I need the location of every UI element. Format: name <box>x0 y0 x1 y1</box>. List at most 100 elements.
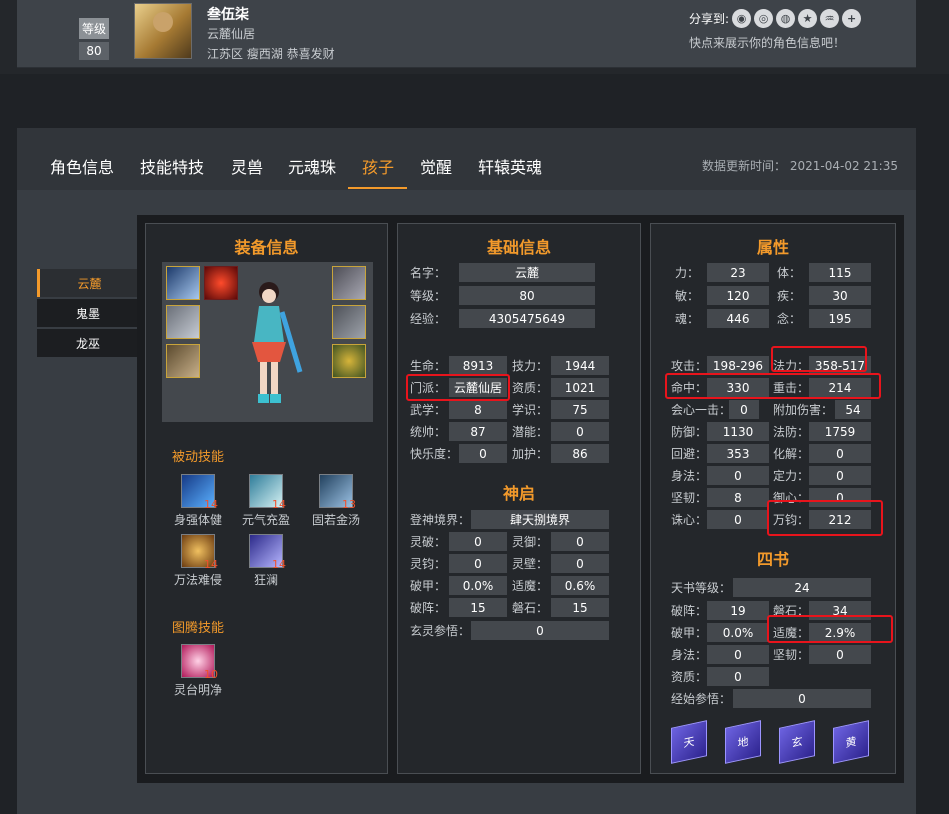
skill-wanfa-icon: 14 <box>181 534 218 571</box>
renren-icon[interactable]: ♒ <box>820 9 840 28</box>
sishu-value: 0.0% <box>707 623 769 642</box>
level-label: 等级 <box>79 18 109 39</box>
fire-slot-icon[interactable] <box>204 266 238 300</box>
shenqi-title: 神启 <box>502 484 535 503</box>
sishu-value: 0 <box>707 645 769 664</box>
wechat-icon[interactable]: ◉ <box>732 9 752 28</box>
tian-book-icon[interactable]: 天 <box>671 720 707 764</box>
combat-value: 0 <box>809 444 871 463</box>
skill-level: 14 <box>272 498 286 511</box>
sishu-label: 身法： <box>671 648 708 662</box>
name-value: 云麓 <box>459 263 595 282</box>
skill-kuanglan[interactable]: 14 狂澜 <box>226 534 306 588</box>
skill-name: 身强体健 <box>173 513 222 527</box>
more-icon[interactable]: + <box>842 9 862 28</box>
combat-label: 回避： <box>671 447 708 461</box>
sishu-label: 破甲： <box>671 626 708 640</box>
weibo-icon[interactable]: ◍ <box>776 9 796 28</box>
highlight-hit-crit <box>665 373 881 399</box>
skill-kuanglan-icon: 14 <box>249 534 286 571</box>
skill-level: 13 <box>342 498 356 511</box>
child-item-longwu[interactable]: 龙巫 <box>37 329 139 357</box>
huang-book-icon[interactable]: 黄 <box>833 720 869 764</box>
stat-value: 86 <box>551 444 609 463</box>
skill-level: 14 <box>204 498 218 511</box>
tab-skills[interactable]: 技能特技 <box>140 154 204 178</box>
skill-name: 固若金汤 <box>311 513 360 527</box>
sishu-label: 破阵： <box>671 604 708 618</box>
attr-label: 敏： <box>675 289 700 303</box>
child-item-guimo[interactable]: 鬼墨 <box>37 299 139 327</box>
di-book-icon[interactable]: 地 <box>725 720 761 764</box>
stat-value: 0 <box>459 444 507 463</box>
stat-value: 75 <box>551 400 609 419</box>
level-value: 80 <box>459 286 595 305</box>
stat-label: 加护： <box>512 447 549 461</box>
combat-value: 0 <box>707 466 769 485</box>
combat-value: 1130 <box>707 422 769 441</box>
detail-panels: 装备信息 被动技能 14 身强体健 14 元气充盈 13 固若金汤 14 万法难… <box>137 215 904 783</box>
stat-label: 武学： <box>410 403 447 417</box>
child-item-yunlu[interactable]: 云麓 <box>37 269 139 297</box>
qzone-icon[interactable]: ★ <box>798 9 818 28</box>
stat-value: 1021 <box>551 378 609 397</box>
tab-pets[interactable]: 灵兽 <box>231 154 263 178</box>
combat-label: 法防： <box>773 425 810 439</box>
stat-label: 技力： <box>512 359 549 373</box>
xuan-book-icon[interactable]: 玄 <box>779 720 815 764</box>
tab-xuanyuan-soul[interactable]: 轩辕英魂 <box>478 154 542 178</box>
combat-value: 353 <box>707 444 769 463</box>
share-bar: 分享到: ◉ ◎ ◍ ★ ♒ + <box>689 9 862 28</box>
tiger-slot-icon[interactable] <box>332 344 366 378</box>
shenqi-value: 0 <box>449 532 507 551</box>
sishu-value: 19 <box>707 601 769 620</box>
attr-value: 195 <box>809 309 871 328</box>
pants-slot-icon[interactable] <box>332 305 366 339</box>
armor-slot-icon[interactable] <box>166 305 200 339</box>
combat-label: 化解： <box>773 447 810 461</box>
tianshu-value: 24 <box>733 578 871 597</box>
skill-guruo[interactable]: 13 固若金汤 <box>296 474 376 528</box>
skill-name: 狂澜 <box>253 573 278 587</box>
stat-label: 生命： <box>410 359 447 373</box>
skill-name: 元气充盈 <box>241 513 290 527</box>
tab-character-info[interactable]: 角色信息 <box>50 154 114 178</box>
skill-yuanqi-icon: 14 <box>249 474 286 511</box>
shenqi-value: 0.0% <box>449 576 507 595</box>
stat-label: 快乐度： <box>410 447 459 461</box>
weapon-slot-icon[interactable] <box>166 266 200 300</box>
stat-label: 资质： <box>512 381 549 395</box>
level-box: 等级 80 <box>79 18 109 60</box>
highlight-magic <box>771 346 867 372</box>
totem-skills-title: 图腾技能 <box>172 621 225 636</box>
skill-lingtai[interactable]: 10 灵台明净 <box>158 644 238 698</box>
player-location: 江苏区 瘦西湖 恭喜发财 <box>207 47 335 61</box>
child-character-figure <box>252 282 303 403</box>
level-label: 等级： <box>410 289 447 303</box>
skill-level: 14 <box>272 558 286 571</box>
skill-level: 14 <box>204 558 218 571</box>
shenqi-label: 灵破： <box>410 535 447 549</box>
active-tab-underline <box>348 187 407 189</box>
glove-slot-icon[interactable] <box>332 266 366 300</box>
qq-icon[interactable]: ◎ <box>754 9 774 28</box>
attr-value: 30 <box>809 286 871 305</box>
boots-slot-icon[interactable] <box>166 344 200 378</box>
basic-info-title: 基础信息 <box>486 238 551 257</box>
combat-value: 0 <box>707 510 769 529</box>
tab-awaken[interactable]: 觉醒 <box>420 154 452 178</box>
children-list: 云麓 鬼墨 龙巫 <box>37 269 139 359</box>
shenqi-label: 破阵： <box>410 601 447 615</box>
tab-soul-orb[interactable]: 元魂珠 <box>288 154 336 178</box>
stat-value: 1944 <box>551 356 609 375</box>
tab-children[interactable]: 孩子 <box>362 154 394 178</box>
player-server: 云麓仙居 <box>207 27 256 41</box>
sishu-value: 0 <box>809 645 871 664</box>
shenqi-value: 0 <box>449 554 507 573</box>
skill-yuanqi[interactable]: 14 元气充盈 <box>226 474 306 528</box>
highlight-faction <box>406 374 510 401</box>
shenqi-value: 15 <box>449 598 507 617</box>
combat-label: 坚韧： <box>671 491 708 505</box>
shenqi-label: 灵壁： <box>512 557 549 571</box>
shenqi-value: 0 <box>551 554 609 573</box>
